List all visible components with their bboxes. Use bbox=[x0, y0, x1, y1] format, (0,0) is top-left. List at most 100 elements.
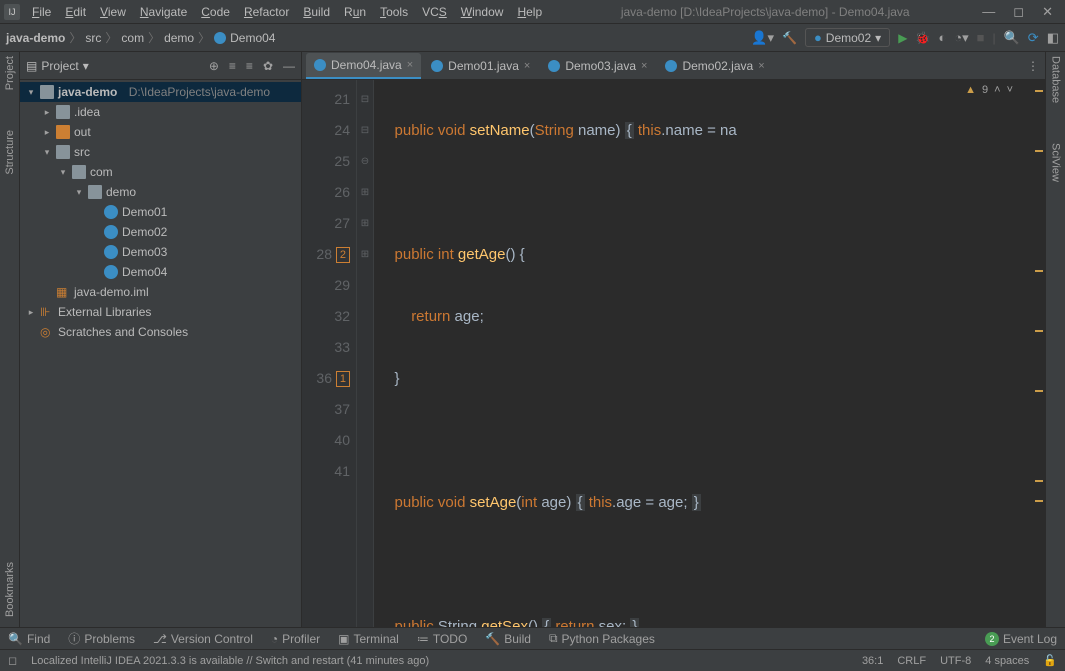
tab-demo03[interactable]: Demo03.java× bbox=[540, 53, 655, 79]
lock-icon[interactable]: 🔓 bbox=[1043, 654, 1057, 667]
tool-event-log[interactable]: 2Event Log bbox=[985, 632, 1057, 646]
tool-database[interactable]: Database bbox=[1050, 56, 1062, 103]
maximize-button[interactable]: ◻ bbox=[1013, 4, 1024, 20]
tool-terminal[interactable]: ▣Terminal bbox=[338, 632, 399, 646]
status-position[interactable]: 36:1 bbox=[862, 655, 883, 667]
tree-demo01[interactable]: Demo01 bbox=[20, 202, 301, 222]
tree-demo[interactable]: ▾demo bbox=[20, 182, 301, 202]
chevron-up-icon[interactable]: ˄ bbox=[994, 84, 1000, 96]
tool-vcs[interactable]: ⎇Version Control bbox=[153, 632, 253, 646]
tree-demo03[interactable]: Demo03 bbox=[20, 242, 301, 262]
menu-file[interactable]: File bbox=[26, 3, 57, 21]
tree-demo02[interactable]: Demo02 bbox=[20, 222, 301, 242]
tool-todo[interactable]: ≔TODO bbox=[417, 632, 467, 646]
tree-src[interactable]: ▾src bbox=[20, 142, 301, 162]
tool-build[interactable]: 🔨Build bbox=[485, 632, 531, 646]
menu-view[interactable]: View bbox=[94, 3, 132, 21]
window-title: java-demo [D:\IdeaProjects\java-demo] - … bbox=[548, 5, 982, 19]
tabs-more-icon[interactable]: ⋮ bbox=[1027, 59, 1039, 73]
status-separator[interactable]: CRLF bbox=[897, 655, 926, 667]
menu-tools[interactable]: Tools bbox=[374, 3, 414, 21]
breadcrumb-src[interactable]: src bbox=[85, 31, 101, 45]
hide-icon[interactable]: — bbox=[283, 59, 295, 73]
inspection-widget[interactable]: ▲9˄˅ bbox=[965, 84, 1013, 96]
breadcrumb-sep: 〉 bbox=[105, 29, 117, 46]
editor-tabs: Demo04.java× Demo01.java× Demo03.java× D… bbox=[302, 52, 1045, 80]
menu-build[interactable]: Build bbox=[297, 3, 336, 21]
error-stripe[interactable] bbox=[1033, 80, 1045, 627]
coverage-icon[interactable]: ◐ bbox=[938, 30, 946, 45]
close-tab-icon[interactable]: × bbox=[407, 59, 413, 71]
menu-help[interactable]: Help bbox=[511, 3, 548, 21]
ide-icon[interactable]: ◧ bbox=[1047, 30, 1059, 46]
tab-demo01[interactable]: Demo01.java× bbox=[423, 53, 538, 79]
tool-project[interactable]: Project bbox=[4, 56, 16, 90]
profile-icon[interactable]: ◔▾ bbox=[954, 30, 968, 46]
chevron-down-icon[interactable]: ˅ bbox=[1007, 84, 1013, 96]
close-tab-icon[interactable]: × bbox=[524, 60, 530, 72]
bottom-right: 2Event Log bbox=[985, 632, 1057, 646]
tree-com[interactable]: ▾com bbox=[20, 162, 301, 182]
menu-run[interactable]: Run bbox=[338, 3, 372, 21]
stop-button[interactable]: ■ bbox=[977, 30, 985, 45]
menu-vcs[interactable]: VCS bbox=[416, 3, 453, 21]
status-message[interactable]: Localized IntelliJ IDEA 2021.3.3 is avai… bbox=[31, 655, 848, 667]
window-controls: — ◻ ✕ bbox=[982, 4, 1053, 20]
package-icon: ⧉ bbox=[549, 631, 558, 646]
tool-profiler[interactable]: ◔Profiler bbox=[271, 632, 320, 646]
menu-code[interactable]: Code bbox=[195, 3, 236, 21]
status-indent[interactable]: 4 spaces bbox=[985, 655, 1029, 667]
tree-root[interactable]: ▾java-demo D:\IdeaProjects\java-demo bbox=[20, 82, 301, 102]
tree-iml[interactable]: ▦java-demo.iml bbox=[20, 282, 301, 302]
tab-demo02[interactable]: Demo02.java× bbox=[657, 53, 772, 79]
search-icon[interactable]: 🔍 bbox=[1004, 30, 1020, 46]
collapse-icon[interactable]: ≡ bbox=[246, 59, 253, 73]
app-logo: IJ bbox=[4, 4, 20, 20]
menu-window[interactable]: Window bbox=[455, 3, 510, 21]
tool-find[interactable]: 🔍Find bbox=[8, 632, 50, 646]
folder-icon bbox=[56, 125, 70, 139]
tree-demo04[interactable]: Demo04 bbox=[20, 262, 301, 282]
usage-marker[interactable]: 2 bbox=[336, 247, 350, 263]
tree-ext-libs[interactable]: ▸⊪External Libraries bbox=[20, 302, 301, 322]
breadcrumb-class[interactable]: Demo04 bbox=[230, 31, 275, 45]
user-icon[interactable]: 👤▾ bbox=[751, 30, 774, 46]
tree-scratches[interactable]: ◎Scratches and Consoles bbox=[20, 322, 301, 342]
tool-sciview[interactable]: SciView bbox=[1050, 143, 1062, 182]
usage-marker[interactable]: 1 bbox=[336, 371, 350, 387]
close-button[interactable]: ✕ bbox=[1042, 4, 1053, 20]
run-config-selector[interactable]: ● Demo02 ▾ bbox=[805, 28, 890, 47]
breadcrumb-com[interactable]: com bbox=[121, 31, 144, 45]
tool-problems[interactable]: ⓘProblems bbox=[68, 630, 135, 647]
search-icon: 🔍 bbox=[8, 632, 23, 646]
main-content: Project Structure Bookmarks ▤ Project ▾ … bbox=[0, 52, 1065, 627]
expand-icon[interactable]: ≡ bbox=[229, 59, 236, 73]
status-encoding[interactable]: UTF-8 bbox=[940, 655, 971, 667]
menu-refactor[interactable]: Refactor bbox=[238, 3, 295, 21]
close-tab-icon[interactable]: × bbox=[758, 60, 764, 72]
status-io-icon[interactable]: ◻ bbox=[8, 654, 17, 667]
fold-column[interactable]: ⊟⊟⊖⊞⊞⊞ bbox=[356, 80, 374, 627]
tool-structure[interactable]: Structure bbox=[4, 130, 16, 175]
minimize-button[interactable]: — bbox=[982, 4, 995, 20]
build-icon[interactable]: 🔨 bbox=[782, 31, 797, 45]
tree-idea[interactable]: ▸.idea bbox=[20, 102, 301, 122]
breadcrumb-demo[interactable]: demo bbox=[164, 31, 194, 45]
close-tab-icon[interactable]: × bbox=[641, 60, 647, 72]
settings-icon[interactable]: ✿ bbox=[263, 59, 273, 73]
run-button[interactable]: ▶ bbox=[898, 31, 907, 45]
separator: | bbox=[992, 31, 995, 45]
tool-bookmarks[interactable]: Bookmarks bbox=[4, 562, 16, 617]
select-opened-icon[interactable]: ⊕ bbox=[209, 59, 219, 73]
debug-button[interactable]: 🐞 bbox=[915, 31, 930, 45]
code-editor[interactable]: public void setName(String name) { this.… bbox=[374, 80, 1033, 627]
menu-navigate[interactable]: Navigate bbox=[134, 3, 193, 21]
tab-demo04[interactable]: Demo04.java× bbox=[306, 53, 421, 79]
sync-icon[interactable]: ⟳ bbox=[1028, 30, 1039, 46]
tree-out[interactable]: ▸out bbox=[20, 122, 301, 142]
tool-python[interactable]: ⧉Python Packages bbox=[549, 631, 655, 646]
project-title[interactable]: ▤ Project ▾ bbox=[26, 59, 89, 73]
menu-edit[interactable]: Edit bbox=[59, 3, 92, 21]
breadcrumb-root[interactable]: java-demo bbox=[6, 31, 65, 45]
editor-gutter[interactable]: 21 24 25 26 27 28 2 29 32 33 36 1 37 40 … bbox=[302, 80, 356, 627]
